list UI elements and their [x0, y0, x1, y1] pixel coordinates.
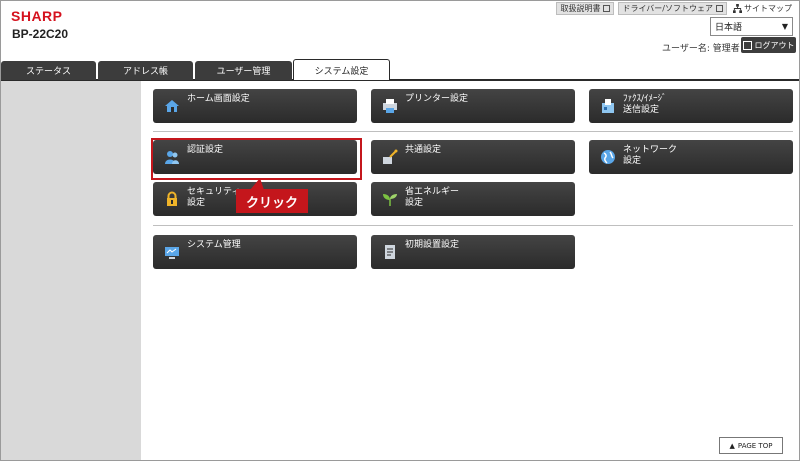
- security-label-line2: 設定: [187, 198, 206, 208]
- fax-label-line2: 送信設定: [623, 105, 660, 115]
- globe-icon: [601, 150, 615, 164]
- security-settings-label: セキュリティ 設定: [187, 187, 240, 209]
- main-tabs: ステータス アドレス帳 ユーザー管理 システム設定: [1, 59, 799, 81]
- logout-button[interactable]: ログアウト: [741, 37, 796, 53]
- tab-user-management-label: ユーザー管理: [216, 67, 271, 77]
- printer-settings-label: プリンター設定: [405, 94, 469, 104]
- monitor-icon: [165, 247, 179, 259]
- manual-link-label: 取扱説明書: [560, 4, 601, 13]
- sitemap-link[interactable]: サイトマップ: [733, 3, 792, 14]
- brand-logo: SHARP: [11, 8, 63, 24]
- security-label-line1: セキュリティ: [187, 187, 241, 197]
- document-icon: [385, 245, 395, 259]
- initial-setup-settings-label: 初期設置設定: [405, 240, 460, 250]
- home-screen-settings-button[interactable]: ホーム画面設定: [153, 89, 357, 123]
- tab-status[interactable]: ステータス: [1, 61, 96, 80]
- tools-icon: [383, 149, 398, 164]
- sprout-icon: [383, 194, 397, 206]
- energy-save-settings-button[interactable]: 省エネルギー 設定: [371, 182, 575, 216]
- network-label-line1: ネットワーク: [623, 145, 678, 155]
- language-select[interactable]: 日本語 ▼: [710, 17, 793, 36]
- sitemap-label: サイトマップ: [744, 4, 792, 13]
- tab-user-management[interactable]: ユーザー管理: [195, 61, 292, 80]
- initial-setup-settings-button[interactable]: 初期設置設定: [371, 235, 575, 269]
- manual-link[interactable]: 取扱説明書: [556, 2, 615, 15]
- network-settings-label: ネットワーク 設定: [623, 145, 677, 167]
- driver-link-label: ドライバー/ソフトウェア: [622, 4, 713, 13]
- tab-status-label: ステータス: [25, 67, 71, 77]
- fax-label-line1: ﾌｧｸｽ/ｲﾒｰｼﾞ: [623, 94, 667, 104]
- section-divider: [153, 225, 793, 226]
- network-settings-button[interactable]: ネットワーク 設定: [589, 140, 793, 174]
- tab-system-settings[interactable]: システム設定: [293, 59, 390, 80]
- page-top-label: PAGE TOP: [737, 441, 773, 450]
- fax-icon: [602, 99, 614, 113]
- section-divider: [153, 131, 793, 132]
- energy-save-settings-label: 省エネルギー 設定: [405, 187, 459, 209]
- logout-icon: [742, 40, 752, 50]
- fax-image-send-settings-label: ﾌｧｸｽ/ｲﾒｰｼﾞ 送信設定: [623, 94, 667, 116]
- network-label-line2: 設定: [623, 156, 642, 166]
- chevron-up-icon: ▲: [729, 441, 735, 450]
- lock-icon: [167, 191, 177, 206]
- tab-address-book[interactable]: アドレス帳: [98, 61, 193, 80]
- common-settings-button[interactable]: 共通設定: [371, 140, 575, 174]
- top-links: 取扱説明書 ドライバー/ソフトウェア サイトマップ: [556, 2, 792, 15]
- logout-label: ログアウト: [754, 40, 795, 50]
- external-window-icon: [603, 5, 611, 12]
- home-screen-settings-label: ホーム画面設定: [187, 94, 250, 104]
- sidebar: [1, 81, 141, 460]
- click-callout: クリック: [236, 189, 308, 213]
- model-name: BP-22C20: [12, 27, 69, 41]
- fax-image-send-settings-button[interactable]: ﾌｧｸｽ/ｲﾒｰｼﾞ 送信設定: [589, 89, 793, 123]
- energy-label-line2: 設定: [405, 198, 424, 208]
- printer-settings-button[interactable]: プリンター設定: [371, 89, 575, 123]
- user-name: ユーザー名: 管理者: [662, 44, 740, 54]
- language-value: 日本語: [715, 23, 743, 33]
- energy-label-line1: 省エネルギー: [405, 187, 460, 197]
- home-icon: [165, 100, 179, 112]
- page-top-button[interactable]: ▲ PAGE TOP: [719, 437, 783, 454]
- printer-icon: [383, 99, 397, 113]
- tab-system-settings-label: システム設定: [314, 66, 369, 77]
- driver-link[interactable]: ドライバー/ソフトウェア: [618, 2, 727, 15]
- tab-address-book-label: アドレス帳: [122, 67, 168, 77]
- highlight-box: [151, 138, 362, 180]
- chevron-down-icon: ▼: [781, 22, 788, 31]
- common-settings-label: 共通設定: [405, 145, 442, 155]
- external-window-icon: [716, 5, 723, 12]
- system-management-label: システム管理: [187, 240, 241, 250]
- system-management-button[interactable]: システム管理: [153, 235, 357, 269]
- sitemap-icon: [733, 4, 742, 13]
